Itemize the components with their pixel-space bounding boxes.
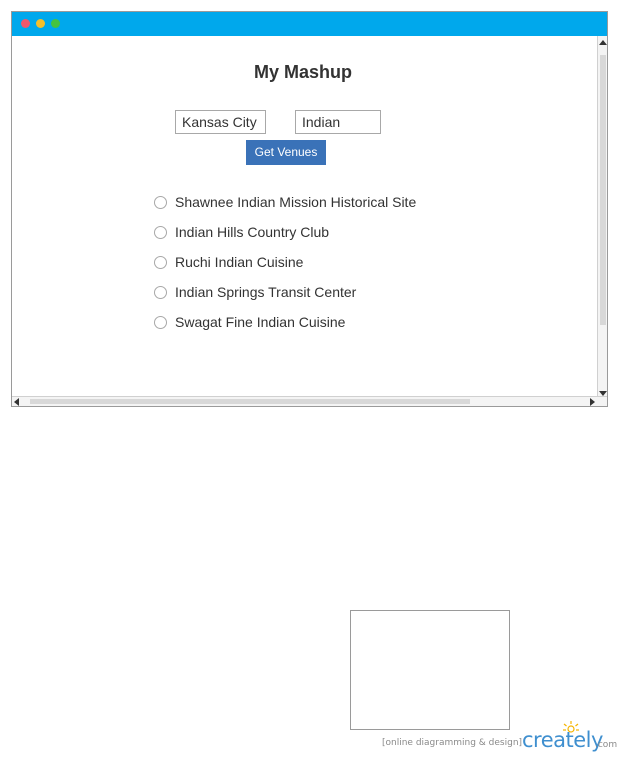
scroll-left-icon[interactable] [14,398,19,406]
venue-radio-button[interactable] [154,255,167,269]
scroll-up-icon[interactable] [599,40,607,45]
venue-result-label: Indian Springs Transit Center [175,284,357,300]
venue-radio-button[interactable] [154,195,167,209]
venue-radio-button[interactable] [154,315,167,329]
window-titlebar [12,12,607,36]
brand-logo[interactable]: creately [522,728,603,752]
page-title: My Mashup [253,62,352,82]
get-venues-button[interactable]: Get Venues [246,140,326,165]
venue-query-input[interactable] [295,110,381,134]
venue-result-item[interactable]: Swagat Fine Indian Cuisine [154,307,416,337]
venue-result-item[interactable]: Indian Hills Country Club [154,217,416,247]
venue-results-list: Shawnee Indian Mission Historical Site In… [154,187,416,337]
venue-result-item[interactable]: Ruchi Indian Cuisine [154,247,416,277]
venue-result-label: Swagat Fine Indian Cuisine [175,314,346,330]
scroll-right-icon[interactable] [590,398,595,406]
horizontal-scrollbar[interactable] [12,396,607,406]
venue-radio-button[interactable] [154,225,167,239]
venue-result-label: Ruchi Indian Cuisine [175,254,304,270]
venue-result-item[interactable]: Shawnee Indian Mission Historical Site [154,187,416,217]
venue-radio-button[interactable] [154,285,167,299]
venue-result-item[interactable]: Indian Springs Transit Center [154,277,416,307]
footer-tagline: [online diagramming & design] [382,738,523,748]
close-window-icon[interactable] [21,19,30,28]
horizontal-scroll-thumb[interactable] [30,399,470,404]
vertical-scrollbar[interactable] [597,36,607,398]
venue-result-label: Shawnee Indian Mission Historical Site [175,194,417,210]
venue-result-label: Indian Hills Country Club [175,224,330,240]
diagram-thumbnail-frame [350,610,510,730]
minimize-window-icon[interactable] [36,19,45,28]
city-input[interactable] [175,110,266,134]
browser-window: My Mashup Get Venues Shawnee Indian Miss… [11,11,608,407]
maximize-window-icon[interactable] [51,19,60,28]
brand-tld: .com [595,740,618,750]
vertical-scroll-thumb[interactable] [600,55,606,325]
